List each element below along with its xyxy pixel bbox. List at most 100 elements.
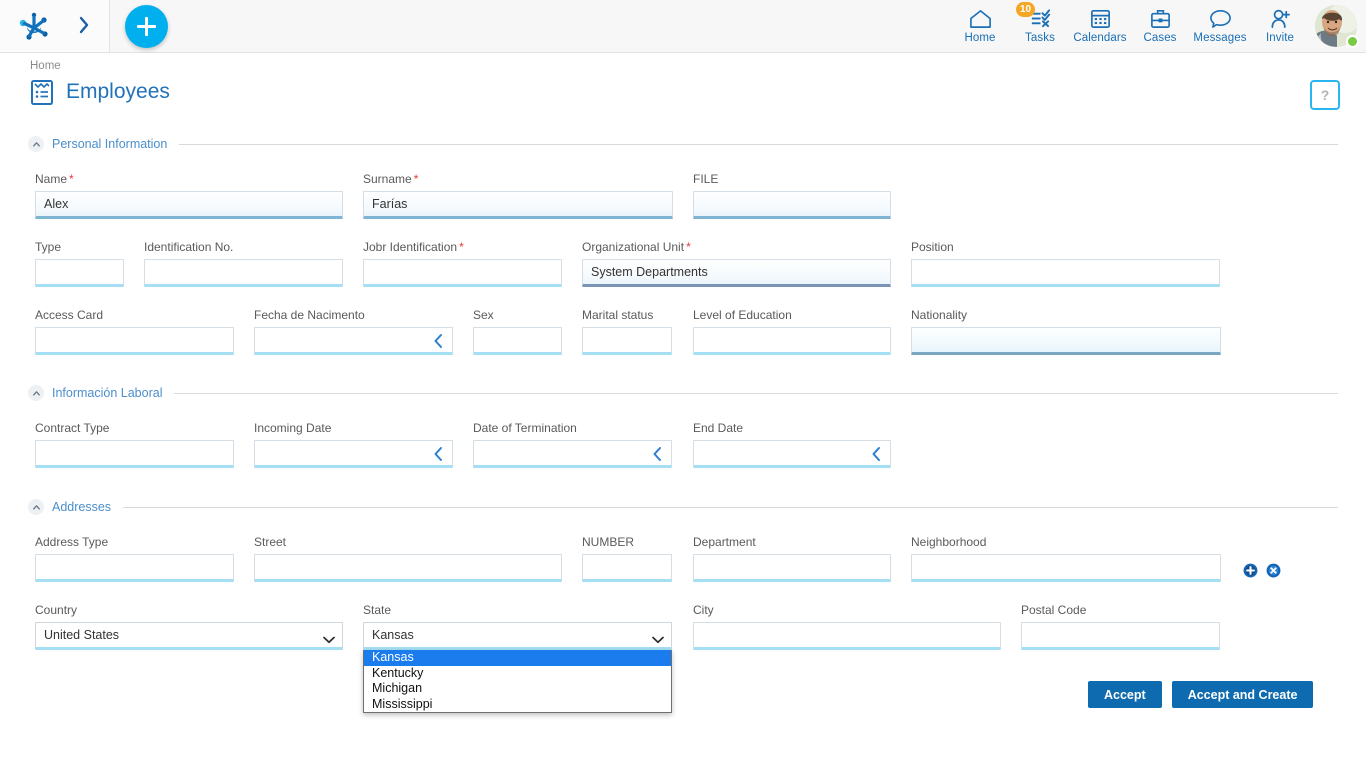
label-city: City: [693, 603, 1001, 617]
address-type-input[interactable]: [35, 554, 234, 582]
nav-label-invite: Invite: [1266, 32, 1294, 44]
collapse-toggle-personal[interactable]: [28, 136, 44, 152]
nav-item-cases[interactable]: Cases: [1130, 0, 1190, 52]
label-country: Country: [35, 603, 343, 617]
organizational-unit-input[interactable]: [582, 259, 891, 287]
app-logo[interactable]: [16, 8, 52, 44]
nav-item-calendars[interactable]: Calendars: [1070, 0, 1130, 52]
postal-code-input[interactable]: [1021, 622, 1220, 650]
date-picker-icon[interactable]: [650, 445, 664, 463]
field-neighborhood: Neighborhood: [911, 535, 1221, 582]
field-department: Department: [693, 535, 891, 582]
nav-label-calendars: Calendars: [1073, 32, 1126, 44]
required-marker: *: [686, 240, 691, 254]
marital-status-input[interactable]: [582, 327, 672, 355]
add-address-icon[interactable]: [1243, 563, 1258, 578]
department-input[interactable]: [693, 554, 891, 582]
section-label-laboral: Información Laboral: [52, 386, 162, 400]
contract-type-input[interactable]: [35, 440, 234, 468]
accept-and-create-button[interactable]: Accept and Create: [1172, 681, 1314, 708]
form-actions: Accept Accept and Create: [1088, 681, 1313, 708]
calendar-icon: [1088, 6, 1113, 30]
nationality-input[interactable]: [911, 327, 1221, 355]
nav-item-invite[interactable]: Invite: [1250, 0, 1310, 52]
fecha-de-nacimento-input[interactable]: [254, 327, 453, 355]
required-marker: *: [414, 172, 419, 186]
field-sex: Sex: [473, 308, 562, 355]
section-header-laboral: Información Laboral: [28, 385, 1338, 401]
label-surname: Surname*: [363, 172, 673, 186]
dropdown-option[interactable]: Kansas: [364, 650, 671, 666]
label-fecha-de-nacimento: Fecha de Nacimento: [254, 308, 453, 322]
access-card-input[interactable]: [35, 327, 234, 355]
identification-no-input[interactable]: [144, 259, 343, 287]
briefcase-icon: [1148, 6, 1173, 30]
date-picker-icon[interactable]: [431, 445, 445, 463]
field-surname: Surname*: [363, 172, 673, 219]
remove-address-icon[interactable]: [1266, 563, 1281, 578]
label-postal-code: Postal Code: [1021, 603, 1220, 617]
chat-icon: [1208, 6, 1233, 30]
dropdown-option[interactable]: Michigan: [364, 681, 671, 697]
section-divider: [179, 144, 1338, 145]
field-fecha-de-nacimento: Fecha de Nacimento: [254, 308, 453, 355]
street-input[interactable]: [254, 554, 562, 582]
label-neighborhood: Neighborhood: [911, 535, 1221, 549]
jobr-identification-input[interactable]: [363, 259, 562, 287]
name-input[interactable]: [35, 191, 343, 219]
help-button[interactable]: ?: [1310, 80, 1340, 110]
state-dropdown-list[interactable]: KansasKentuckyMichiganMississippi: [363, 650, 672, 713]
nav-item-home[interactable]: Home: [950, 0, 1010, 52]
level-of-education-input[interactable]: [693, 327, 891, 355]
file-input[interactable]: [693, 191, 891, 219]
state-select[interactable]: Kansas: [363, 622, 672, 650]
label-nationality: Nationality: [911, 308, 1221, 322]
field-date-of-termination: Date of Termination: [473, 421, 672, 468]
nav-label-home: Home: [964, 32, 995, 44]
nav-item-messages[interactable]: Messages: [1190, 0, 1250, 52]
label-marital-status: Marital status: [582, 308, 672, 322]
collapse-toggle-addresses[interactable]: [28, 499, 44, 515]
address-row-actions: [1243, 563, 1281, 578]
page-header: Employees: [28, 78, 170, 106]
label-organizational-unit: Organizational Unit*: [582, 240, 891, 254]
field-access-card: Access Card: [35, 308, 234, 355]
number-input[interactable]: [582, 554, 672, 582]
position-input[interactable]: [911, 259, 1220, 287]
tasks-badge: 10: [1016, 2, 1035, 17]
field-marital-status: Marital status: [582, 308, 672, 355]
field-type: Type: [35, 240, 124, 287]
field-incoming-date: Incoming Date: [254, 421, 453, 468]
label-jobr-identification: Jobr Identification*: [363, 240, 562, 254]
collapse-toggle-laboral[interactable]: [28, 385, 44, 401]
label-type: Type: [35, 240, 124, 254]
user-avatar[interactable]: [1310, 0, 1362, 52]
breadcrumb[interactable]: Home: [30, 60, 61, 72]
label-address-type: Address Type: [35, 535, 234, 549]
date-picker-icon[interactable]: [869, 445, 883, 463]
accept-button[interactable]: Accept: [1088, 681, 1162, 708]
date-picker-icon[interactable]: [431, 332, 445, 350]
nav-label-tasks: Tasks: [1025, 32, 1055, 44]
nav-item-tasks[interactable]: 10 Tasks: [1010, 0, 1070, 52]
surname-input[interactable]: [363, 191, 673, 219]
country-select[interactable]: United States: [35, 622, 343, 650]
label-street: Street: [254, 535, 562, 549]
type-input[interactable]: [35, 259, 124, 287]
field-number: NUMBER: [582, 535, 672, 582]
neighborhood-input[interactable]: [911, 554, 1221, 582]
create-new-button[interactable]: [125, 5, 168, 48]
sex-input[interactable]: [473, 327, 562, 355]
dropdown-option[interactable]: Mississippi: [364, 697, 671, 713]
city-input[interactable]: [693, 622, 1001, 650]
date-of-termination-input[interactable]: [473, 440, 672, 468]
field-state: State Kansas: [363, 603, 672, 650]
field-jobr-identification: Jobr Identification*: [363, 240, 562, 287]
chevron-right-icon[interactable]: [72, 13, 96, 37]
dropdown-option[interactable]: Kentucky: [364, 666, 671, 682]
incoming-date-input[interactable]: [254, 440, 453, 468]
field-position: Position: [911, 240, 1220, 287]
field-contract-type: Contract Type: [35, 421, 234, 468]
label-incoming-date: Incoming Date: [254, 421, 453, 435]
end-date-input[interactable]: [693, 440, 891, 468]
